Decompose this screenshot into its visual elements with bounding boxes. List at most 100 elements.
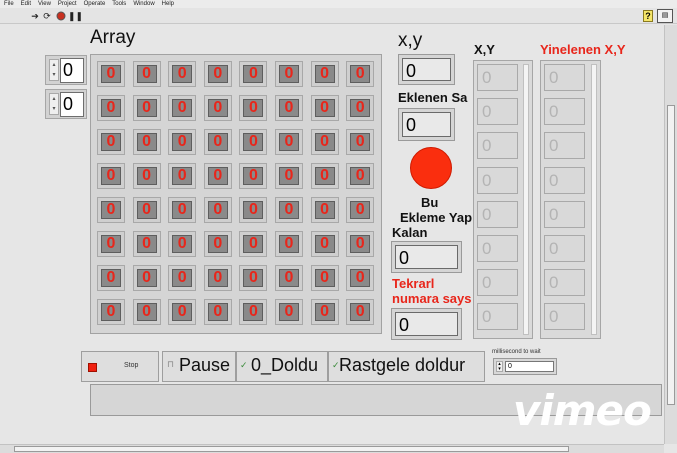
array-element: 0 xyxy=(168,265,197,291)
xy-column-element: 0 xyxy=(477,200,518,228)
menu-project[interactable]: Project xyxy=(58,1,77,7)
array-element: 0 xyxy=(132,163,161,189)
array-element-value: 0 xyxy=(279,235,299,253)
array-element: 0 xyxy=(97,95,125,121)
index-increment-icon[interactable]: ▴ ▾ xyxy=(49,59,59,81)
array-element: 0 xyxy=(346,163,375,189)
array-element: 0 xyxy=(310,129,339,155)
wait-increment-icon[interactable]: ▴ ▾ xyxy=(496,361,503,372)
wait-value[interactable]: 0 xyxy=(505,361,554,372)
array-element: 0 xyxy=(275,265,303,291)
array-element-value: 0 xyxy=(279,201,299,219)
array-element: 0 xyxy=(132,299,161,325)
vertical-scrollbar[interactable] xyxy=(664,25,677,444)
array-element: 0 xyxy=(203,61,232,87)
array-element: 0 xyxy=(97,61,125,87)
array-element-value: 0 xyxy=(314,235,335,253)
array-element: 0 xyxy=(275,163,303,189)
array-element-value: 0 xyxy=(243,65,264,83)
array-element-value: 0 xyxy=(101,99,121,117)
xy-column-scrollbar[interactable] xyxy=(523,64,529,335)
array-element-value: 0 xyxy=(279,99,299,117)
array-element-value: 0 xyxy=(101,235,121,253)
xy-indicator: 0 xyxy=(398,54,455,85)
array-index-1-value[interactable]: 0 xyxy=(60,92,84,117)
array-element-value: 0 xyxy=(314,99,335,117)
array-element-value: 0 xyxy=(279,167,299,185)
array-element: 0 xyxy=(275,197,303,223)
array-element-value: 0 xyxy=(207,201,228,219)
bu-ekleme-label-line1: Bu xyxy=(421,195,439,210)
array-element-value: 0 xyxy=(243,235,264,253)
menu-edit[interactable]: Edit xyxy=(21,1,31,7)
array-element: 0 xyxy=(275,61,303,87)
array-index-0[interactable]: ▴ ▾ 0 xyxy=(45,55,87,85)
xy-label: x,y xyxy=(398,30,423,51)
array-element-value: 0 xyxy=(136,235,157,253)
array-element: 0 xyxy=(239,163,268,189)
abort-icon[interactable] xyxy=(56,11,66,21)
array-element: 0 xyxy=(346,197,375,223)
run-arrow-icon[interactable]: ➔ xyxy=(30,11,40,21)
array-element: 0 xyxy=(203,231,232,257)
xy-column-element: 0 xyxy=(477,98,518,126)
array-element-value: 0 xyxy=(350,167,371,185)
yinelenen-column-element: 0 xyxy=(544,64,585,91)
array-element: 0 xyxy=(132,129,161,155)
array-element-value: 0 xyxy=(207,303,228,321)
array-element: 0 xyxy=(346,129,375,155)
horizontal-scroll-thumb[interactable] xyxy=(14,446,569,452)
array-element: 0 xyxy=(132,61,161,87)
eklenen-indicator: 0 xyxy=(398,108,455,141)
doldur-0-button[interactable]: ✓ 0_Doldu xyxy=(236,351,328,382)
help-icon[interactable]: ? xyxy=(643,10,653,22)
array-index-1[interactable]: ▴ ▾ 0 xyxy=(45,89,87,119)
array-element: 0 xyxy=(168,129,197,155)
array-element: 0 xyxy=(97,163,125,189)
array-element-value: 0 xyxy=(172,303,193,321)
tekrarl-indicator: 0 xyxy=(391,308,462,340)
array-element-value: 0 xyxy=(101,269,121,287)
horizontal-scrollbar[interactable] xyxy=(0,444,664,453)
array-element-value: 0 xyxy=(314,167,335,185)
array-element-value: 0 xyxy=(207,99,228,117)
menu-view[interactable]: View xyxy=(38,1,51,7)
pause-button[interactable]: ⊓ Pause xyxy=(162,351,236,382)
rastgele-doldur-button[interactable]: ✓ Rastgele doldur xyxy=(328,351,485,382)
menu-file[interactable]: File xyxy=(4,1,14,7)
pause-icon[interactable]: ❚❚ xyxy=(68,11,83,21)
array-element: 0 xyxy=(168,197,197,223)
rastgele-doldur-button-label: Rastgele doldur xyxy=(339,355,466,375)
vi-icon: ▤ xyxy=(657,9,673,23)
array-element-value: 0 xyxy=(136,167,157,185)
array-element: 0 xyxy=(310,61,339,87)
array-index-0-value[interactable]: 0 xyxy=(60,58,84,83)
status-led xyxy=(410,147,452,189)
array-element-value: 0 xyxy=(136,133,157,151)
run-continuous-icon[interactable]: ⟳ xyxy=(42,11,52,21)
menu-window[interactable]: Window xyxy=(133,1,154,7)
index-increment-icon[interactable]: ▴ ▾ xyxy=(49,93,59,115)
array-element: 0 xyxy=(310,95,339,121)
xy-column-element: 0 xyxy=(477,269,518,297)
stop-button[interactable]: Stop xyxy=(81,351,159,382)
tekrarl-label-line2: numara says xyxy=(392,291,472,306)
array-element: 0 xyxy=(168,61,197,87)
vertical-scroll-thumb[interactable] xyxy=(667,105,675,405)
menu-help[interactable]: Help xyxy=(162,1,174,7)
array-element-value: 0 xyxy=(243,269,264,287)
array-element: 0 xyxy=(132,95,161,121)
array-element: 0 xyxy=(239,231,268,257)
xy-column-element: 0 xyxy=(477,235,518,262)
array-element-value: 0 xyxy=(207,235,228,253)
array-element: 0 xyxy=(203,197,232,223)
array-element: 0 xyxy=(97,197,125,223)
yinelenen-column-scrollbar[interactable] xyxy=(591,64,597,335)
menu-tools[interactable]: Tools xyxy=(112,1,126,7)
yinelenen-column-array: 0 0 0 0 0 0 0 0 xyxy=(540,60,601,339)
array-element-value: 0 xyxy=(136,65,157,83)
array-element: 0 xyxy=(203,299,232,325)
array-element-value: 0 xyxy=(207,65,228,83)
menu-operate[interactable]: Operate xyxy=(84,1,106,7)
wait-control[interactable]: ▴ ▾ 0 xyxy=(493,358,557,375)
